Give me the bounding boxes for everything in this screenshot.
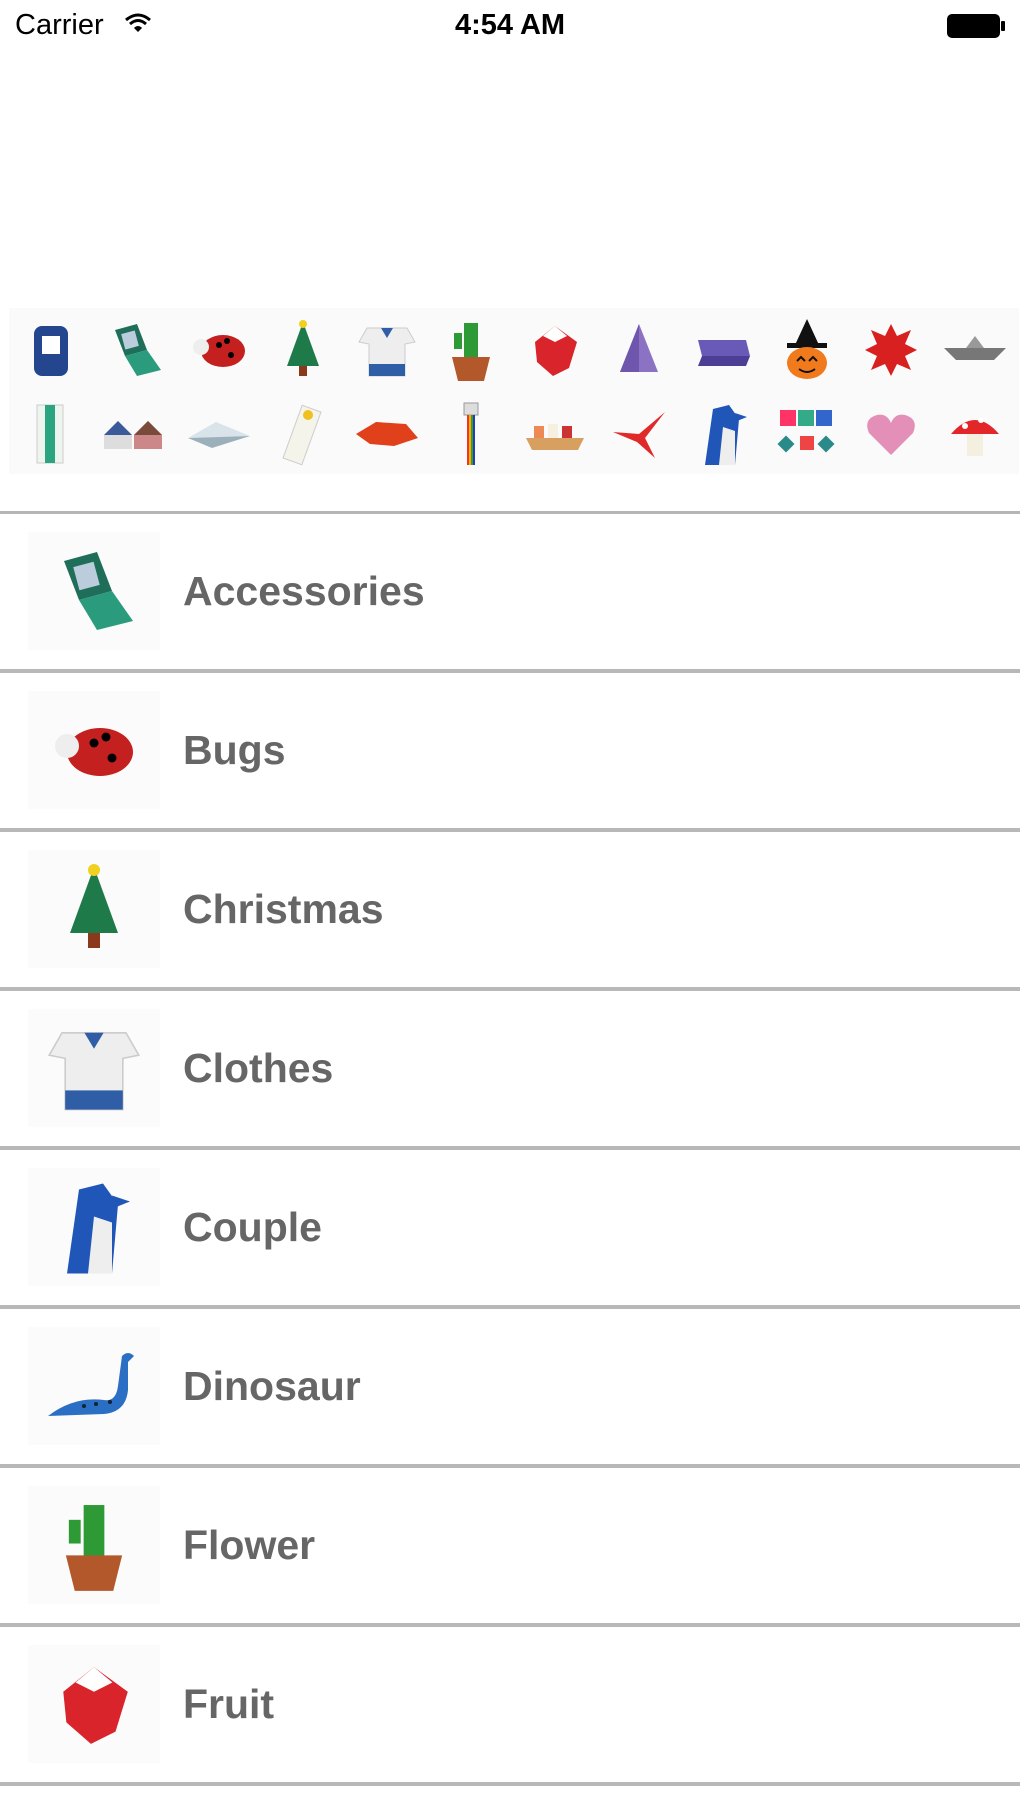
category-row-christmas[interactable]: Christmas [0, 832, 1020, 991]
category-label: Bugs [183, 727, 286, 773]
category-label: Dinosaur [183, 1363, 361, 1409]
christmas-tree-icon[interactable] [261, 308, 345, 392]
category-row-clothes[interactable]: Clothes [0, 991, 1020, 1150]
pencil-case-icon[interactable] [681, 308, 765, 392]
category-label: Flower [183, 1522, 316, 1568]
clock: 4:54 AM [454, 9, 566, 41]
purple-hat-icon[interactable] [597, 308, 681, 392]
strawberry-icon [28, 1645, 160, 1763]
phone-icon[interactable] [93, 308, 177, 392]
shirt-icon[interactable] [345, 308, 429, 392]
cactus-icon [28, 1486, 160, 1604]
category-label: Clothes [183, 1045, 334, 1091]
penguin-icon[interactable] [681, 392, 765, 476]
shirt-icon [28, 1009, 160, 1127]
phone-icon [28, 532, 160, 650]
ladybug-icon[interactable] [177, 308, 261, 392]
houses-icon[interactable] [93, 392, 177, 476]
category-row-dinosaur[interactable]: Dinosaur [0, 1309, 1020, 1468]
frames-icon[interactable] [765, 392, 849, 476]
battery-icon [946, 13, 1006, 44]
pencil-icon[interactable] [429, 392, 513, 476]
category-label: Christmas [183, 886, 384, 932]
category-row-accessories[interactable]: Accessories [0, 514, 1020, 673]
category-label: Couple [183, 1204, 322, 1250]
fish-icon[interactable] [345, 392, 429, 476]
cactus-icon[interactable] [429, 308, 513, 392]
category-row-couple[interactable]: Couple [0, 1150, 1020, 1309]
sushi-icon[interactable] [513, 392, 597, 476]
origami-banner[interactable] [9, 308, 1019, 474]
backpack-icon[interactable] [9, 308, 93, 392]
category-row-fruit[interactable]: Fruit [0, 1627, 1020, 1786]
category-label: Accessories [183, 568, 425, 614]
heart-icon[interactable] [849, 392, 933, 476]
category-row-flower[interactable]: Flower [0, 1468, 1020, 1627]
dinosaur-icon [28, 1327, 160, 1445]
penguin-icon [28, 1168, 160, 1286]
airplane-icon[interactable] [177, 392, 261, 476]
envelope-icon[interactable] [261, 392, 345, 476]
category-label: Fruit [183, 1681, 275, 1727]
red-star-icon[interactable] [849, 308, 933, 392]
bookmark-icon[interactable] [9, 392, 93, 476]
crane-icon[interactable] [597, 392, 681, 476]
ladybug-icon [28, 691, 160, 809]
status-bar: Carrier 4:54 AM [0, 0, 1020, 52]
category-row-bugs[interactable]: Bugs [0, 673, 1020, 832]
category-list[interactable]: Accessories Bugs Christmas Clothes Coupl… [0, 514, 1020, 1786]
boat-icon[interactable] [933, 308, 1017, 392]
pumpkin-witch-icon[interactable] [765, 308, 849, 392]
strawberry-icon[interactable] [513, 308, 597, 392]
mushroom-icon[interactable] [933, 392, 1017, 476]
christmas-tree-icon [28, 850, 160, 968]
